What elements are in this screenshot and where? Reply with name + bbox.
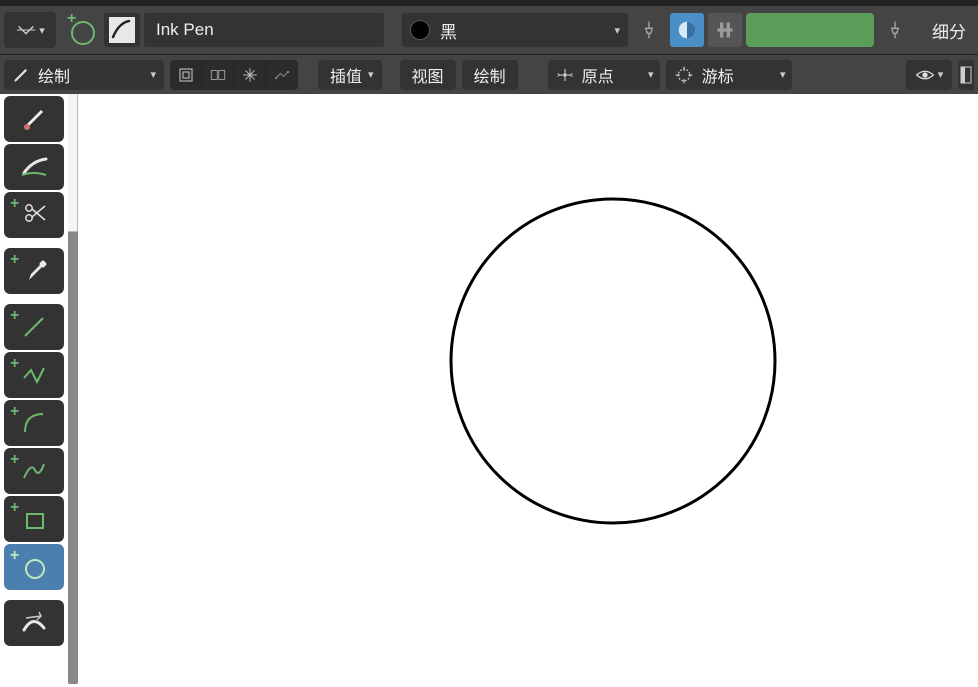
left-toolbar: + + + + + + + + (4, 96, 66, 646)
brush-thumbnail-button[interactable] (104, 13, 140, 47)
side-panel-toggle[interactable] (958, 60, 974, 90)
view-label: 视图 (412, 63, 444, 87)
curve-tool[interactable]: + (4, 448, 64, 494)
strength-slider[interactable] (746, 13, 874, 47)
plus-icon: + (10, 308, 19, 324)
cutter-tool[interactable]: + (4, 192, 64, 238)
layer-button-active[interactable] (670, 13, 704, 47)
toggle-3[interactable] (234, 60, 266, 90)
interpolate-dropdown[interactable]: 插值 ▾ (318, 60, 382, 90)
eye-icon (915, 67, 935, 83)
plus-icon: + (10, 500, 19, 516)
canvas-edge (68, 94, 78, 232)
draw-tool[interactable] (4, 96, 64, 142)
secondary-toolbar: 绘制 ▾ 插值 ▾ 视图 绘制 原点 ▾ 游标 ▾ ▾ (0, 54, 978, 94)
visibility-dropdown[interactable]: ▾ (906, 60, 952, 90)
chevron-down-icon: ▾ (39, 24, 45, 37)
scrollbar[interactable] (68, 232, 78, 684)
toggle-1[interactable] (170, 60, 202, 90)
plus-icon: + (10, 404, 19, 420)
pivot-dropdown[interactable]: 原点 ▾ (548, 60, 660, 90)
lock-button[interactable] (708, 13, 742, 47)
circle-tool[interactable]: + (4, 544, 64, 590)
mode-dropdown[interactable]: 绘制 ▾ (4, 60, 164, 90)
interpolate-tool[interactable] (4, 600, 64, 646)
pin-button[interactable] (632, 13, 666, 47)
brush-preview[interactable]: + (60, 10, 100, 50)
brush-name-text: Ink Pen (156, 20, 214, 40)
cursor-label: 游标 (702, 63, 734, 87)
toggle-2[interactable] (202, 60, 234, 90)
plus-icon: + (10, 252, 19, 268)
pivot-label: 原点 (582, 63, 614, 87)
eyedropper-tool[interactable]: + (4, 248, 64, 294)
arc-tool[interactable]: + (4, 400, 64, 446)
chevron-down-icon: ▾ (150, 68, 156, 81)
canvas[interactable] (68, 94, 978, 687)
color-swatch-icon (410, 20, 430, 40)
fill-tool[interactable] (4, 144, 64, 190)
material-color-dropdown[interactable]: 黑 ▾ (402, 13, 628, 47)
draw-label: 绘制 (474, 63, 506, 87)
brush-name-input[interactable]: Ink Pen (144, 13, 384, 47)
interpolate-label: 插值 (330, 63, 362, 87)
line-tool[interactable]: + (4, 304, 64, 350)
plus-icon: + (10, 452, 19, 468)
pencil-icon (12, 66, 30, 84)
subdivide-button[interactable]: 细分 (926, 18, 972, 43)
origin-icon (556, 66, 574, 84)
plus-icon: + (10, 196, 19, 212)
display-toggle-group (170, 60, 298, 90)
color-label: 黑 (440, 18, 457, 43)
header-bar: ▾ + Ink Pen 黑 ▾ 细分 (0, 0, 978, 54)
chevron-down-icon: ▾ (938, 68, 944, 81)
view-menu[interactable]: 视图 (400, 60, 456, 90)
pin-button-2[interactable] (878, 13, 912, 47)
snapping-dropdown[interactable]: ▾ (4, 12, 56, 48)
chevron-down-icon: ▾ (780, 68, 786, 81)
plus-icon: + (10, 548, 19, 564)
box-tool[interactable]: + (4, 496, 64, 542)
draw-menu[interactable]: 绘制 (462, 60, 518, 90)
cursor-dropdown[interactable]: 游标 ▾ (666, 60, 792, 90)
cursor-icon (674, 65, 694, 85)
chevron-down-icon: ▾ (648, 68, 654, 81)
mode-label: 绘制 (38, 63, 70, 87)
chevron-down-icon: ▾ (368, 68, 374, 81)
plus-icon: + (10, 356, 19, 372)
polyline-tool[interactable]: + (4, 352, 64, 398)
drawn-circle (448, 196, 778, 526)
chevron-down-icon: ▾ (614, 24, 620, 37)
toggle-4[interactable] (266, 60, 298, 90)
